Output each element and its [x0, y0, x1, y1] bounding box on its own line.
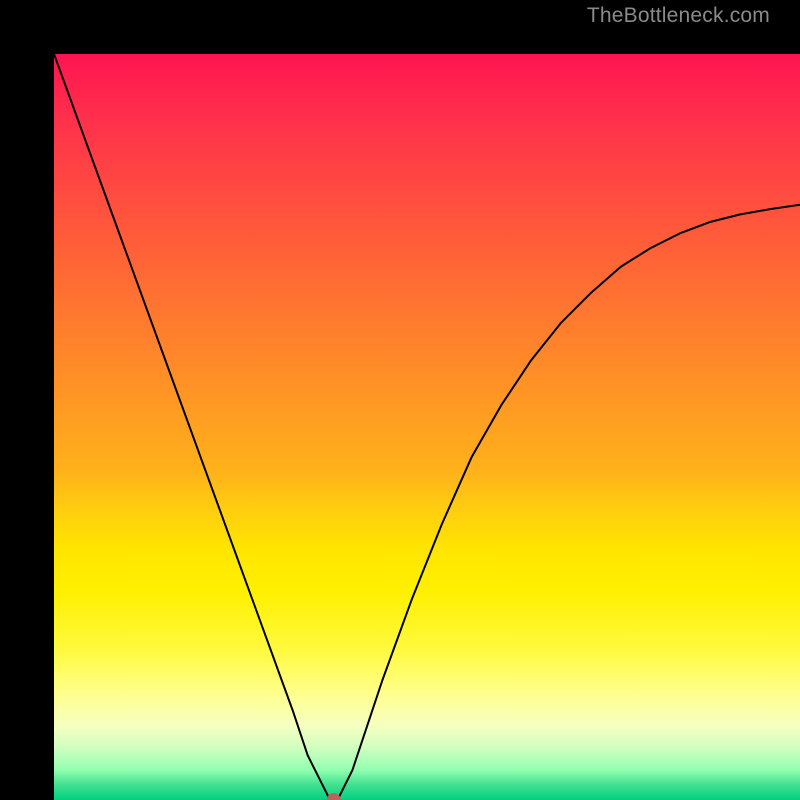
bottleneck-curve	[54, 54, 800, 800]
watermark-text: TheBottleneck.com	[587, 4, 770, 28]
chart-frame	[0, 0, 800, 800]
chart-svg	[54, 54, 800, 800]
minimum-point-marker	[327, 793, 341, 800]
plot-area	[54, 54, 800, 800]
